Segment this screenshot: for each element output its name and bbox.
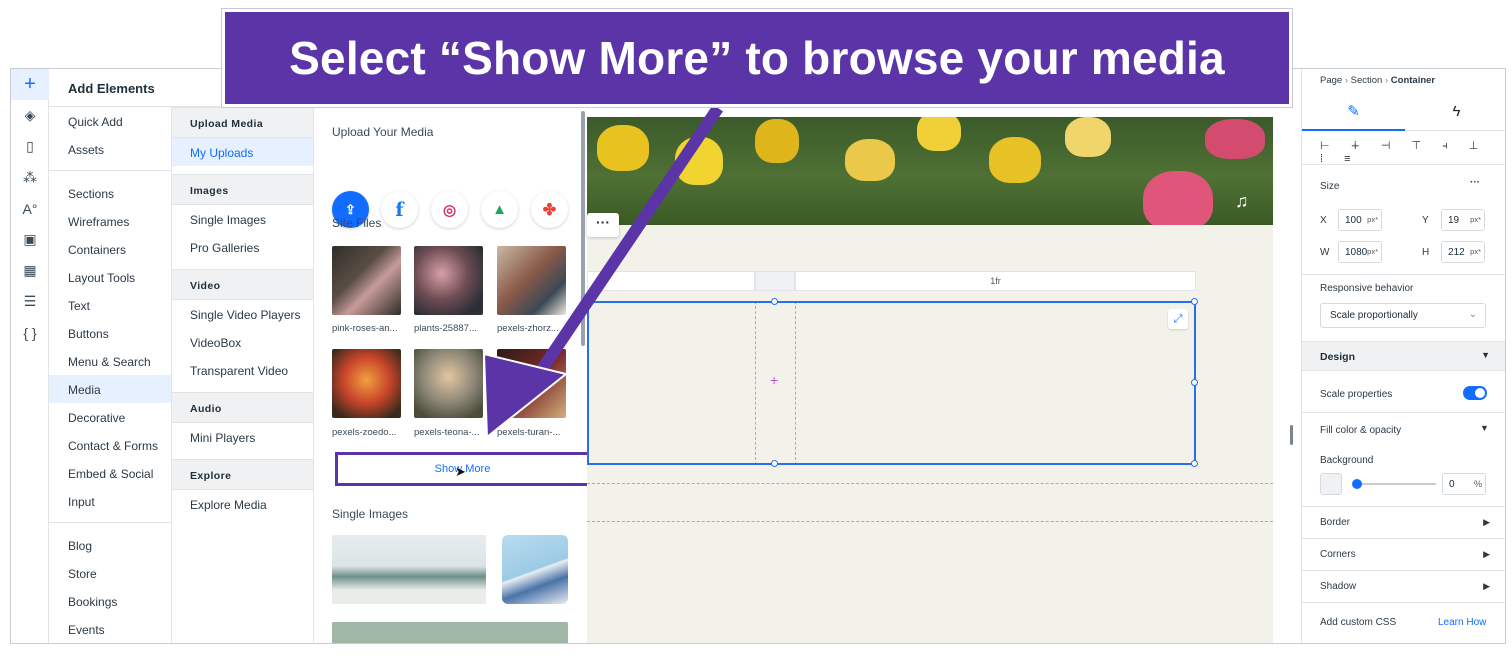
instruction-banner: Select “Show More” to browse your media: [222, 9, 1292, 107]
banner-text: Select “Show More” to browse your media: [289, 32, 1225, 84]
